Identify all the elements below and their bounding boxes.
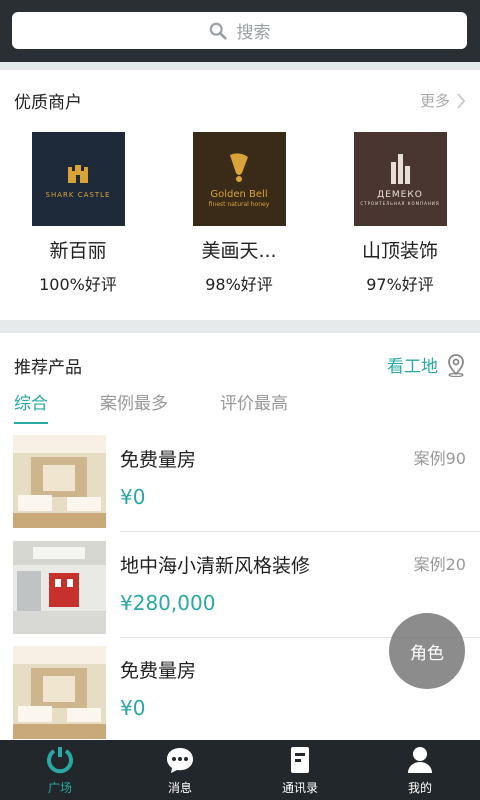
merchant-logo-text: ДЕМЕКО [377, 190, 423, 200]
product-image [13, 541, 106, 634]
tab-messages-label: 消息 [167, 781, 192, 795]
merchants-section: 优质商户 更多 SHARK CASTLE 新百丽 100%好评 Golden B… [0, 70, 480, 320]
divider [120, 531, 480, 532]
search-icon [209, 22, 227, 40]
tab-top-rated[interactable]: 评价最高 [220, 389, 288, 424]
product-name: 地中海小清新风格装修 [120, 555, 311, 577]
product-case-count: 案例90 [413, 449, 466, 468]
product-name: 免费量房 [120, 449, 197, 471]
search-placeholder: 搜索 [236, 23, 271, 43]
tab-comprehensive[interactable]: 综合 [14, 389, 48, 424]
tab-contacts-label: 通讯录 [281, 781, 318, 795]
merchant-card[interactable]: SHARK CASTLE 新百丽 100%好评 [3, 132, 153, 295]
more-label: 更多 [419, 92, 450, 110]
tab-profile-label: 我的 [407, 781, 432, 795]
merchant-rating: 100%好评 [39, 275, 117, 294]
location-pin-icon [448, 353, 464, 377]
merchant-logo-text: SHARK CASTLE [45, 191, 111, 199]
merchant-logo-subtext: finest natural honey [208, 200, 270, 208]
bottom-tab-bar: 广场 消息 通讯录 我的 [0, 740, 480, 800]
merchant-card[interactable]: Golden Bell finest natural honey 美画天... … [164, 132, 314, 295]
tab-profile[interactable]: 我的 [360, 740, 480, 800]
merchant-logo: Golden Bell finest natural honey [192, 132, 286, 226]
view-site-link[interactable]: 看工地 [387, 352, 466, 377]
product-row[interactable]: 免费量房 ¥0 案例90 [0, 435, 480, 540]
merchant-logo-subtext: СТРОИТЕЛЬНАЯ КОМПАНИЯ [360, 201, 440, 206]
merchant-rating: 97%好评 [366, 275, 434, 294]
merchant-rating: 98%好评 [205, 275, 273, 294]
chevron-right-icon [457, 92, 466, 109]
contacts-book-icon [291, 747, 309, 773]
merchant-logo: ДЕМЕКО СТРОИТЕЛЬНАЯ КОМПАНИЯ [353, 132, 447, 226]
castle-logo-icon [68, 165, 88, 183]
role-floating-button[interactable]: 角色 [389, 613, 465, 689]
merchants-title: 优质商户 [14, 93, 82, 113]
plaza-icon [47, 747, 73, 774]
user-icon [408, 747, 432, 773]
tab-plaza[interactable]: 广场 [0, 740, 120, 800]
product-tabs: 综合 案例最多 评价最高 [14, 389, 288, 424]
tab-messages[interactable]: 消息 [120, 740, 240, 800]
search-bar[interactable]: 搜索 [12, 12, 467, 49]
product-price: ¥0 [120, 485, 146, 509]
product-image [13, 646, 106, 739]
product-case-count: 案例20 [413, 555, 466, 574]
products-title: 推荐产品 [14, 358, 82, 378]
product-name: 免费量房 [120, 660, 197, 682]
merchant-name: 山顶装饰 [361, 240, 438, 262]
bell-logo-icon [230, 152, 248, 182]
building-logo-icon [391, 154, 410, 184]
tab-plaza-label: 广场 [47, 781, 72, 795]
tab-most-cases[interactable]: 案例最多 [100, 389, 168, 424]
product-price: ¥280,000 [120, 591, 216, 615]
merchant-logo-text: Golden Bell [210, 188, 268, 200]
product-price: ¥0 [120, 696, 146, 720]
chat-bubble-icon [167, 748, 193, 773]
tab-contacts[interactable]: 通讯录 [240, 740, 360, 800]
merchant-logo: SHARK CASTLE [31, 132, 125, 226]
top-bar: 搜索 [0, 0, 480, 62]
merchant-name: 美画天... [201, 240, 277, 262]
merchant-card[interactable]: ДЕМЕКО СТРОИТЕЛЬНАЯ КОМПАНИЯ 山顶装饰 97%好评 [325, 132, 475, 295]
merchant-name: 新百丽 [49, 240, 107, 262]
product-image [13, 435, 106, 528]
view-site-label: 看工地 [387, 357, 438, 377]
more-link[interactable]: 更多 [420, 90, 466, 111]
